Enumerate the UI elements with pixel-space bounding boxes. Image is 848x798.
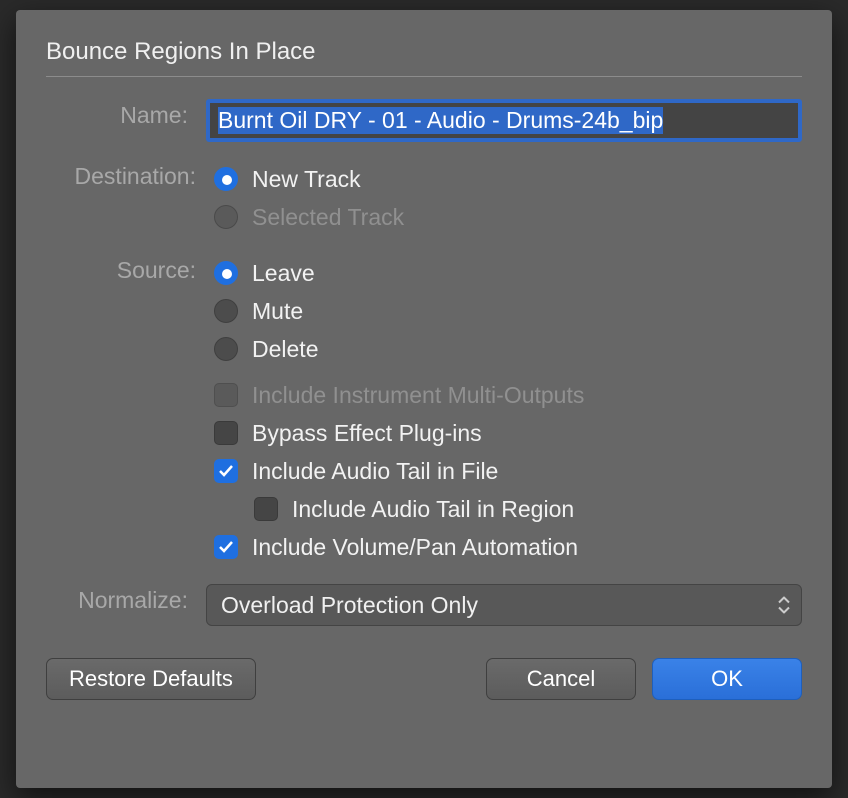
checkbox-icon — [214, 459, 238, 483]
include-multi-outputs-label: Include Instrument Multi-Outputs — [252, 382, 584, 409]
radio-icon — [214, 205, 238, 229]
destination-new-track-label: New Track — [252, 166, 361, 193]
source-row: Source: Leave Mute Delete Include Instru… — [46, 254, 802, 566]
include-tail-file-label: Include Audio Tail in File — [252, 458, 498, 485]
bypass-fx-label: Bypass Effect Plug-ins — [252, 420, 482, 447]
normalize-label: Normalize: — [46, 584, 206, 616]
source-delete-label: Delete — [252, 336, 318, 363]
dialog-title: Bounce Regions In Place — [46, 38, 802, 66]
radio-icon — [214, 299, 238, 323]
button-row: Restore Defaults Cancel OK — [46, 658, 802, 700]
divider — [46, 76, 802, 77]
include-tail-region-label: Include Audio Tail in Region — [292, 496, 574, 523]
ok-label: OK — [711, 666, 743, 692]
radio-icon — [214, 167, 238, 191]
checkbox-icon — [214, 421, 238, 445]
normalize-row: Normalize: Overload Protection Only — [46, 584, 802, 626]
destination-new-track-option[interactable]: New Track — [214, 160, 802, 198]
restore-defaults-button[interactable]: Restore Defaults — [46, 658, 256, 700]
cancel-label: Cancel — [527, 666, 595, 692]
source-leave-label: Leave — [252, 260, 315, 287]
normalize-select[interactable]: Overload Protection Only — [206, 584, 802, 626]
destination-label: Destination: — [46, 160, 214, 192]
source-mute-label: Mute — [252, 298, 303, 325]
name-input-wrap — [206, 99, 802, 142]
chevron-updown-icon — [777, 597, 791, 614]
checkbox-icon — [214, 383, 238, 407]
source-label: Source: — [46, 254, 214, 286]
bypass-fx-option[interactable]: Bypass Effect Plug-ins — [214, 414, 802, 452]
include-vol-pan-label: Include Volume/Pan Automation — [252, 534, 578, 561]
cancel-button[interactable]: Cancel — [486, 658, 636, 700]
ok-button[interactable]: OK — [652, 658, 802, 700]
radio-icon — [214, 337, 238, 361]
destination-selected-track-label: Selected Track — [252, 204, 404, 231]
radio-icon — [214, 261, 238, 285]
source-delete-option[interactable]: Delete — [214, 330, 802, 368]
destination-row: Destination: New Track Selected Track — [46, 160, 802, 236]
include-vol-pan-option[interactable]: Include Volume/Pan Automation — [214, 528, 802, 566]
source-leave-option[interactable]: Leave — [214, 254, 802, 292]
destination-selected-track-option: Selected Track — [214, 198, 802, 236]
name-input[interactable] — [210, 103, 798, 138]
checkbox-icon — [214, 535, 238, 559]
include-tail-region-option[interactable]: Include Audio Tail in Region — [254, 490, 802, 528]
include-multi-outputs-option: Include Instrument Multi-Outputs — [214, 376, 802, 414]
checkbox-icon — [254, 497, 278, 521]
name-row: Name: — [46, 99, 802, 142]
name-label: Name: — [46, 99, 206, 131]
bounce-dialog: Bounce Regions In Place Name: Destinatio… — [16, 10, 832, 788]
source-mute-option[interactable]: Mute — [214, 292, 802, 330]
normalize-value: Overload Protection Only — [221, 592, 478, 619]
restore-defaults-label: Restore Defaults — [69, 666, 233, 692]
include-tail-file-option[interactable]: Include Audio Tail in File — [214, 452, 802, 490]
